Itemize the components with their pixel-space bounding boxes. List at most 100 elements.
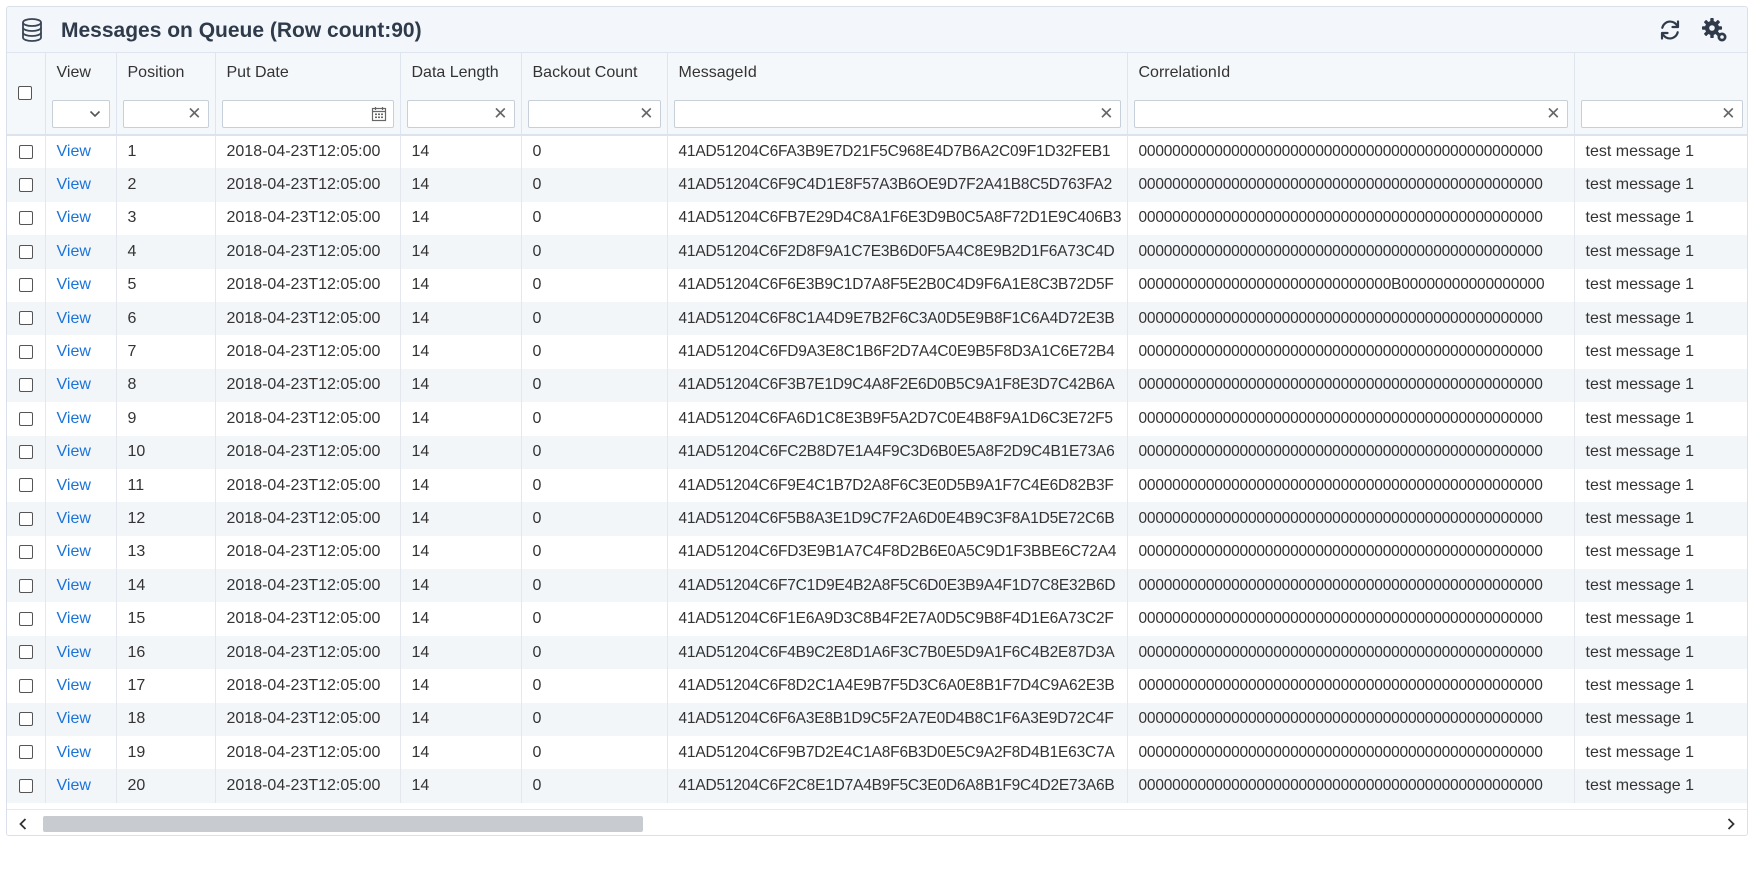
table-row[interactable]: View 3 2018-04-23T12:05:00 14 0 41AD51204C6FB… — [7, 201, 1747, 236]
clear-correlation-id-filter-icon[interactable]: ✕ — [1546, 104, 1560, 123]
view-link[interactable]: View — [57, 376, 91, 393]
row-checkbox[interactable] — [18, 578, 33, 593]
table-row[interactable]: View 8 2018-04-23T12:05:00 14 0 41AD51204C6F3… — [7, 368, 1747, 403]
view-link[interactable]: View — [57, 510, 91, 527]
row-checkbox[interactable] — [18, 278, 33, 293]
table-row[interactable]: View 7 2018-04-23T12:05:00 14 0 41AD51204C6FD… — [7, 335, 1747, 369]
view-cell: View — [45, 435, 117, 469]
row-checkbox[interactable] — [18, 411, 33, 426]
scrollbar-track[interactable] — [43, 816, 1711, 832]
extra-filter-input[interactable] — [1581, 100, 1742, 127]
row-checkbox[interactable] — [18, 645, 33, 660]
message-text-cell: test message 1 — [1574, 635, 1747, 670]
row-checkbox[interactable] — [18, 678, 33, 693]
table-row[interactable]: View 2 2018-04-23T12:05:00 14 0 41AD51204C6F9… — [7, 168, 1747, 202]
table-row[interactable]: View 1 2018-04-23T12:05:00 14 0 41AD51204C6FA… — [7, 135, 1747, 169]
table-row[interactable]: View 17 2018-04-23T12:05:00 14 0 41AD51204C6F… — [7, 669, 1747, 703]
chevron-left-icon[interactable] — [15, 816, 31, 832]
table-row[interactable]: View 20 2018-04-23T12:05:00 14 0 41AD51204C6F… — [7, 769, 1747, 803]
clear-message-id-filter-icon[interactable]: ✕ — [1099, 104, 1113, 123]
view-link[interactable]: View — [57, 243, 91, 260]
table-row[interactable]: View 5 2018-04-23T12:05:00 14 0 41AD51204C6F6… — [7, 268, 1747, 302]
row-checkbox[interactable] — [18, 311, 33, 326]
row-select-cell — [7, 468, 46, 503]
chevron-right-icon[interactable] — [1723, 816, 1739, 832]
backout-count-cell: 0 — [521, 201, 668, 236]
row-checkbox[interactable] — [18, 344, 33, 359]
row-checkbox[interactable] — [18, 144, 33, 159]
position-cell: 7 — [116, 335, 216, 369]
row-checkbox[interactable] — [18, 511, 33, 526]
table-row[interactable]: View 9 2018-04-23T12:05:00 14 0 41AD51204C6FA… — [7, 402, 1747, 436]
row-checkbox[interactable] — [18, 177, 33, 192]
row-select-cell — [7, 335, 46, 369]
message-id-filter-input[interactable] — [674, 100, 1120, 127]
column-header-position[interactable]: Position — [116, 53, 216, 93]
row-checkbox[interactable] — [18, 745, 33, 760]
filter-cell-message-id: ✕ — [667, 93, 1128, 136]
table-row[interactable]: View 11 2018-04-23T12:05:00 14 0 41AD51204C6F… — [7, 468, 1747, 503]
column-header-data-length[interactable]: Data Length — [400, 53, 522, 93]
view-filter-select[interactable] — [51, 99, 110, 128]
table-row[interactable]: View 16 2018-04-23T12:05:00 14 0 41AD51204C6F… — [7, 635, 1747, 670]
view-link[interactable]: View — [57, 310, 91, 327]
view-link[interactable]: View — [57, 777, 91, 794]
row-checkbox[interactable] — [18, 611, 33, 626]
put-date-filter-input[interactable] — [222, 100, 393, 127]
view-link[interactable]: View — [57, 209, 91, 226]
settings-gear-icon[interactable] — [1701, 16, 1729, 44]
view-link[interactable]: View — [57, 477, 91, 494]
clear-data-length-filter-icon[interactable]: ✕ — [493, 104, 507, 123]
clear-position-filter-icon[interactable]: ✕ — [187, 104, 201, 123]
row-checkbox[interactable] — [18, 778, 33, 793]
data-length-filter: ✕ — [406, 99, 515, 128]
table-row[interactable]: View 14 2018-04-23T12:05:00 14 0 41AD51204C6F… — [7, 569, 1747, 603]
clear-backout-count-filter-icon[interactable]: ✕ — [639, 104, 653, 123]
correlation-id-cell: 000000000000000000000000000000B000000000… — [1127, 268, 1575, 302]
scrollbar-thumb[interactable] — [43, 816, 643, 832]
table-row[interactable]: View 12 2018-04-23T12:05:00 14 0 41AD51204C6F… — [7, 502, 1747, 536]
table-row[interactable]: View 18 2018-04-23T12:05:00 14 0 41AD51204C6F… — [7, 702, 1747, 737]
column-header-extra[interactable] — [1574, 53, 1747, 93]
view-cell: View — [45, 235, 117, 269]
select-all-checkbox[interactable] — [18, 86, 32, 101]
row-checkbox[interactable] — [18, 244, 33, 259]
correlation-id-cell: 0000000000000000000000000000000000000000… — [1127, 368, 1575, 403]
view-link[interactable]: View — [57, 644, 91, 661]
table-row[interactable]: View 10 2018-04-23T12:05:00 14 0 41AD51204C6F… — [7, 435, 1747, 469]
view-link[interactable]: View — [57, 343, 91, 360]
view-link[interactable]: View — [57, 143, 91, 160]
view-link[interactable]: View — [57, 677, 91, 694]
clear-extra-filter-icon[interactable]: ✕ — [1721, 104, 1735, 123]
row-checkbox[interactable] — [18, 444, 33, 459]
table-row[interactable]: View 15 2018-04-23T12:05:00 14 0 41AD51204C6F… — [7, 602, 1747, 636]
calendar-icon[interactable] — [371, 106, 387, 122]
row-checkbox[interactable] — [18, 478, 33, 493]
column-header-backout-count[interactable]: Backout Count — [521, 53, 668, 93]
view-link[interactable]: View — [57, 543, 91, 560]
column-header-message-id[interactable]: MessageId — [667, 53, 1128, 93]
row-checkbox[interactable] — [18, 378, 33, 393]
row-checkbox[interactable] — [18, 211, 33, 226]
table-row[interactable]: View 19 2018-04-23T12:05:00 14 0 41AD51204C6F… — [7, 736, 1747, 770]
column-header-put-date[interactable]: Put Date — [215, 53, 401, 93]
view-link[interactable]: View — [57, 610, 91, 627]
column-header-correlation-id[interactable]: CorrelationId — [1127, 53, 1575, 93]
column-header-view[interactable]: View — [45, 53, 117, 93]
view-link[interactable]: View — [57, 276, 91, 293]
table-row[interactable]: View 13 2018-04-23T12:05:00 14 0 41AD51204C6F… — [7, 535, 1747, 570]
row-checkbox[interactable] — [18, 545, 33, 560]
view-link[interactable]: View — [57, 577, 91, 594]
horizontal-scrollbar[interactable] — [7, 809, 1747, 835]
data-length-cell: 14 — [400, 736, 522, 770]
refresh-icon[interactable] — [1657, 17, 1683, 43]
correlation-id-filter-input[interactable] — [1134, 100, 1567, 127]
table-row[interactable]: View 4 2018-04-23T12:05:00 14 0 41AD51204C6F2… — [7, 235, 1747, 269]
table-row[interactable]: View 6 2018-04-23T12:05:00 14 0 41AD51204C6F8… — [7, 301, 1747, 336]
view-link[interactable]: View — [57, 410, 91, 427]
view-link[interactable]: View — [57, 176, 91, 193]
row-checkbox[interactable] — [18, 712, 33, 727]
view-link[interactable]: View — [57, 710, 91, 727]
view-link[interactable]: View — [57, 443, 91, 460]
view-link[interactable]: View — [57, 744, 91, 761]
